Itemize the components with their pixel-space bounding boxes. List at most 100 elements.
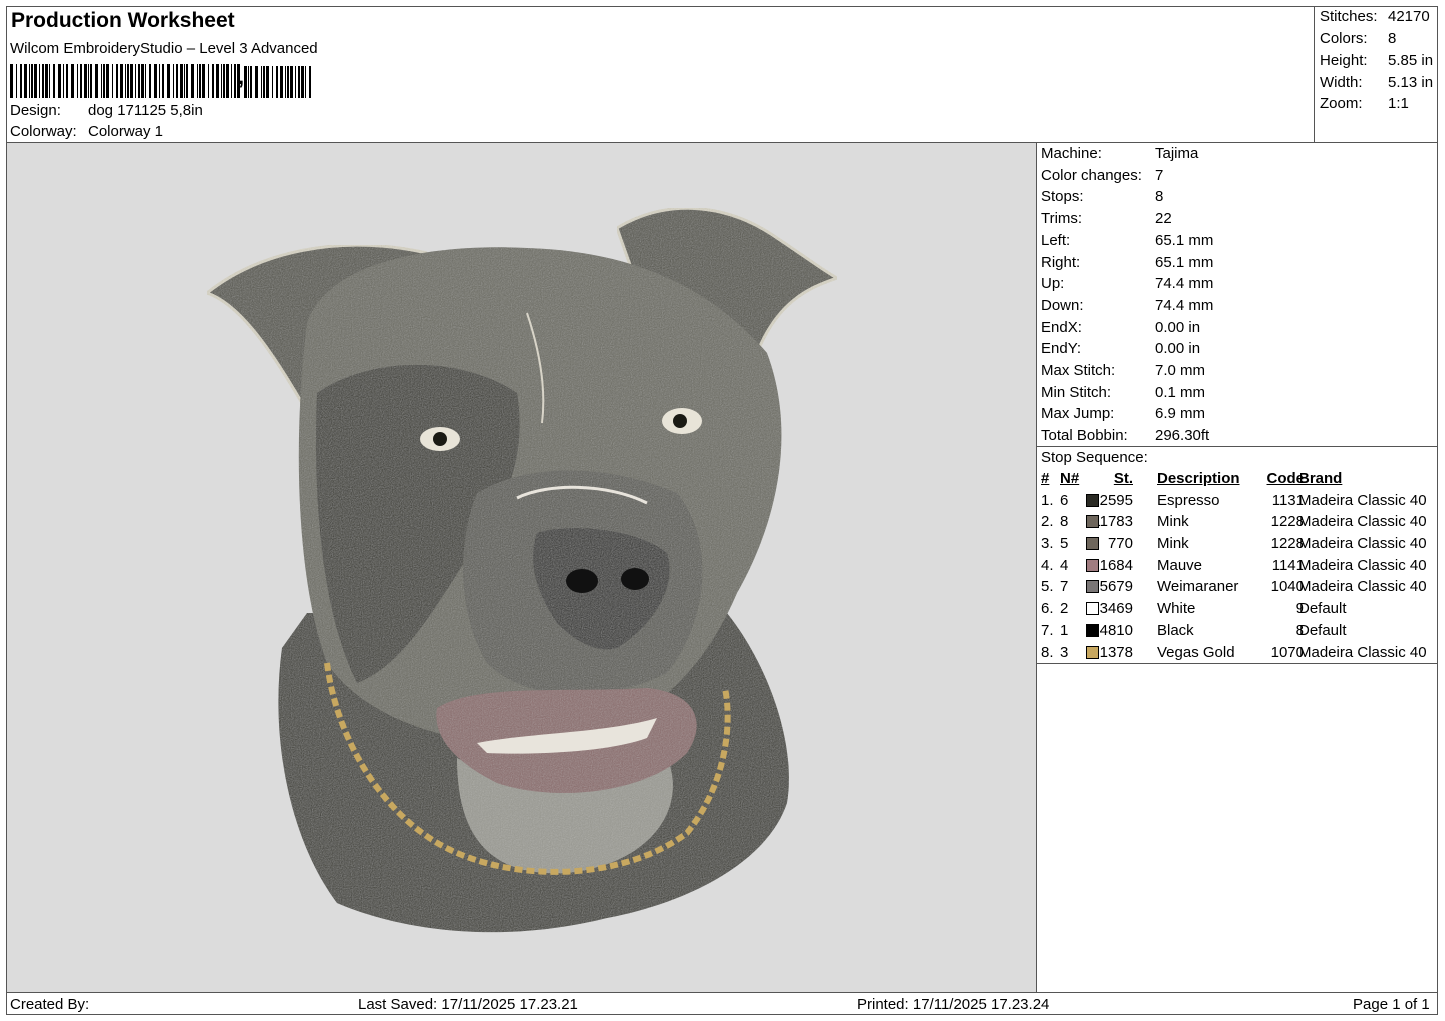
row-brand: Madeira Classic 40	[1299, 556, 1427, 574]
info-stops: Stops: 8	[1041, 188, 1164, 206]
row-brand: Madeira Classic 40	[1299, 491, 1427, 509]
row-description: Mink	[1157, 513, 1189, 531]
info-min-stitch: Min Stitch: 0.1 mm	[1041, 383, 1206, 401]
design-label: Design:	[10, 102, 61, 119]
row-index: 1.	[1041, 491, 1054, 509]
worksheet-title: Production Worksheet	[11, 9, 235, 32]
row-index: 3.	[1041, 535, 1054, 553]
row-needle: 6	[1060, 491, 1069, 509]
footer-page-number: Page 1 of 1	[1353, 996, 1430, 1013]
row-stitches: 5679	[1099, 578, 1133, 596]
divider	[6, 992, 1438, 993]
row-description: Black	[1157, 621, 1194, 639]
design-field: Design: dog 171125 5,8in	[10, 102, 203, 119]
info-color-changes: Color changes: 7	[1041, 166, 1164, 184]
info-max-stitch: Max Stitch: 7.0 mm	[1041, 362, 1206, 379]
color-swatch	[1086, 645, 1099, 659]
stat-width: Width: 5.13 in	[1320, 74, 1434, 91]
stat-zoom: Zoom: 1:1	[1320, 95, 1409, 112]
design-value: dog 171125 5,8in	[88, 102, 203, 119]
colorway-label: Colorway:	[10, 123, 77, 140]
dog-embroidery-image	[203, 206, 841, 933]
info-down: Down: 74.4 mm	[1041, 296, 1214, 314]
color-swatch	[1086, 602, 1099, 616]
col-header-needle: N#	[1060, 470, 1080, 487]
row-description: Espresso	[1157, 491, 1220, 509]
footer-printed: Printed: 17/11/2025 17.23.24	[857, 996, 1050, 1013]
col-header-index: #	[1041, 470, 1050, 487]
col-header-brand: Brand	[1299, 470, 1343, 487]
divider	[1037, 446, 1438, 447]
color-swatch	[1086, 537, 1099, 551]
colorway-field: Colorway: Colorway 1	[10, 123, 163, 140]
divider-vertical	[1036, 143, 1037, 993]
row-stitches: 1684	[1099, 556, 1133, 574]
stat-colors: Colors: 8	[1320, 30, 1397, 47]
row-stitches: 3469	[1099, 600, 1133, 618]
row-stitches: 1378	[1099, 643, 1133, 661]
stop-sequence-table: # N# St. Description Code Brand 1. 6 12595…	[1038, 468, 1438, 663]
row-brand: Default	[1299, 600, 1347, 618]
row-brand: Madeira Classic 40	[1299, 643, 1427, 661]
table-row: 2. 8 11783 Mink 1228 Madeira Classic 40	[1038, 511, 1438, 533]
row-index: 4.	[1041, 556, 1054, 574]
table-row: 5. 7 5679 Weimaraner 1040 Madeira Classic 40	[1038, 576, 1438, 598]
row-needle: 3	[1060, 643, 1069, 661]
row-description: Mink	[1157, 535, 1189, 553]
row-brand: Madeira Classic 40	[1299, 513, 1427, 531]
col-header-description: Description	[1157, 470, 1240, 487]
row-needle: 5	[1060, 535, 1069, 553]
footer-created-by: Created By:	[10, 996, 90, 1013]
table-row: 7. 1 4810 Black 8 Default	[1038, 620, 1438, 642]
col-header-stitches: St.	[1113, 470, 1133, 487]
row-needle: 2	[1060, 600, 1069, 618]
barcode	[10, 64, 240, 98]
info-up: Up: 74.4 mm	[1041, 275, 1214, 293]
row-index: 8.	[1041, 643, 1054, 661]
color-swatch	[1086, 623, 1099, 637]
row-brand: Madeira Classic 40	[1299, 535, 1427, 553]
row-description: White	[1157, 600, 1196, 618]
worksheet-header: Production Worksheet Wilcom EmbroiderySt…	[6, 6, 1314, 143]
row-stitches: 770	[1107, 535, 1133, 553]
row-stitches: 4810	[1099, 621, 1133, 639]
row-index: 6.	[1041, 600, 1054, 618]
info-endy: EndY: 0.00 in	[1041, 340, 1201, 358]
info-trims: Trims: 22	[1041, 210, 1172, 228]
info-max-jump: Max Jump: 6.9 mm	[1041, 405, 1206, 423]
row-index: 7.	[1041, 621, 1054, 639]
table-row: 4. 4 1684 Mauve 1141 Madeira Classic 40	[1038, 555, 1438, 577]
barcode-tail	[244, 66, 311, 98]
colorway-value: Colorway 1	[88, 123, 164, 140]
info-total-bobbin: Total Bobbin: 296.30ft	[1041, 427, 1210, 445]
row-description: Mauve	[1157, 556, 1203, 574]
color-swatch	[1086, 493, 1099, 507]
table-header: # N# St. Description Code Brand	[1038, 468, 1438, 490]
divider	[1037, 663, 1438, 664]
table-row: 6. 2 3469 White 9 Default	[1038, 598, 1438, 620]
row-brand: Madeira Classic 40	[1299, 578, 1427, 596]
color-swatch	[1086, 558, 1099, 572]
color-swatch	[1086, 515, 1099, 529]
row-description: Vegas Gold	[1157, 643, 1235, 661]
table-row: 8. 3 1378 Vegas Gold 1070 Madeira Classic 40	[1038, 642, 1438, 664]
color-swatch	[1086, 580, 1099, 594]
stop-sequence-title: Stop Sequence:	[1041, 449, 1148, 466]
table-body: 1. 6 12595 Espresso 1131 Madeira Classic 40 2.…	[1038, 490, 1438, 664]
info-machine: Machine: Tajima	[1041, 145, 1199, 162]
stat-height: Height: 5.85 in	[1320, 52, 1434, 69]
row-needle: 4	[1060, 556, 1069, 574]
row-index: 2.	[1041, 513, 1054, 531]
design-preview	[7, 143, 1036, 992]
summary-stats: Stitches: 42170 Colors: 8 Height: 5.85 in W…	[1314, 6, 1439, 143]
info-right: Right: 65.1 mm	[1041, 253, 1214, 271]
row-index: 5.	[1041, 578, 1054, 596]
row-needle: 1	[1060, 621, 1069, 639]
info-left: Left: 65.1 mm	[1041, 231, 1214, 249]
table-row: 3. 5 770 Mink 1228 Madeira Classic 40	[1038, 533, 1438, 555]
row-description: Weimaraner	[1157, 578, 1239, 596]
info-endx: EndX: 0.00 in	[1041, 318, 1201, 336]
row-brand: Default	[1299, 621, 1347, 639]
stat-stitches: Stitches: 42170	[1320, 8, 1430, 25]
software-name: Wilcom EmbroideryStudio – Level 3 Advanc…	[10, 40, 318, 57]
